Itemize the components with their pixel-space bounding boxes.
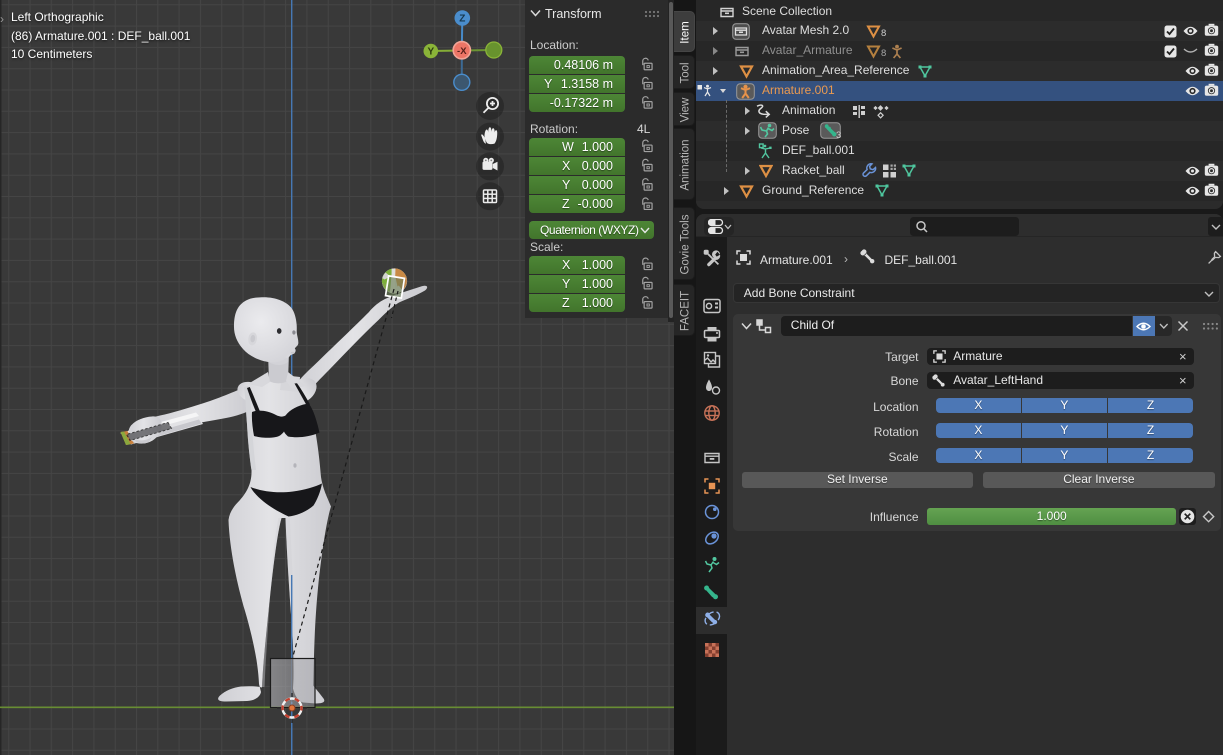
svg-text:Tool: Tool: [680, 62, 692, 83]
svg-text:Y: Y: [427, 47, 434, 58]
svg-text:Govie Tools: Govie Tools: [680, 214, 692, 274]
svg-text:Item: Item: [680, 21, 692, 43]
svg-text:Z: Z: [459, 14, 465, 25]
svg-text:View: View: [680, 96, 692, 121]
svg-text:FACEIT: FACEIT: [680, 290, 692, 330]
svg-text:-X: -X: [457, 46, 467, 57]
svg-text:Animation: Animation: [680, 139, 692, 190]
